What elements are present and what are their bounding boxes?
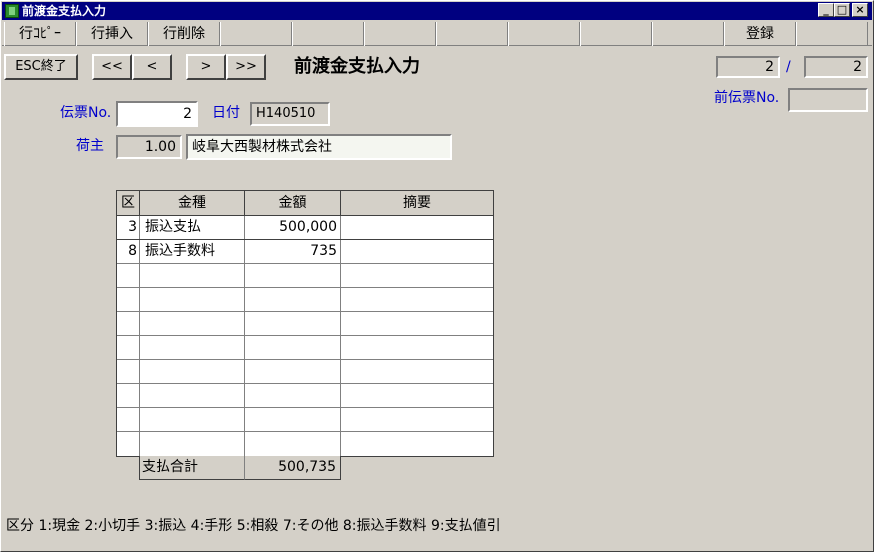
- function-key-10[interactable]: [652, 22, 724, 46]
- row1-memo[interactable]: [345, 215, 493, 239]
- first-record-button[interactable]: <<: [92, 54, 132, 80]
- table-row[interactable]: [117, 383, 493, 408]
- row1-kinshu[interactable]: 振込支払: [145, 215, 243, 239]
- function-key-8[interactable]: [508, 22, 580, 46]
- table-row[interactable]: [117, 431, 493, 456]
- shipper-label: 荷主: [76, 138, 104, 154]
- table-row[interactable]: [117, 263, 493, 288]
- grid-header-amount: 金額: [278, 195, 307, 211]
- page-separator: /: [786, 59, 791, 75]
- last-record-button[interactable]: >>: [226, 54, 266, 80]
- row2-kinshu[interactable]: 振込手数料: [145, 239, 243, 263]
- total-value: 500,735: [244, 456, 341, 480]
- register-button[interactable]: 登録: [724, 22, 796, 46]
- table-row[interactable]: [117, 287, 493, 312]
- app-icon: [5, 4, 19, 18]
- esc-exit-button[interactable]: ESC終了: [4, 54, 78, 80]
- total-label: 支払合計: [139, 456, 245, 480]
- close-button[interactable]: ×: [852, 3, 868, 17]
- row-insert-button[interactable]: 行挿入: [76, 22, 148, 46]
- row2-amount[interactable]: 735: [245, 239, 337, 263]
- shipper-code-field: 1.00: [116, 135, 182, 159]
- function-key-5[interactable]: [292, 22, 364, 46]
- category-legend: 区分 1:現金 2:小切手 3:振込 4:手形 5:相殺 7:その他 8:振込手…: [6, 518, 501, 534]
- row1-kubun[interactable]: 3: [117, 215, 137, 239]
- minimize-button[interactable]: _: [818, 3, 834, 17]
- grid-header-memo: 摘要: [403, 195, 431, 211]
- page-current-field: 2: [716, 56, 780, 78]
- function-key-7[interactable]: [436, 22, 508, 46]
- function-key-6[interactable]: [364, 22, 436, 46]
- window-title: 前渡金支払入力: [22, 4, 107, 18]
- page-total-field: 2: [804, 56, 868, 78]
- next-record-button[interactable]: >: [186, 54, 226, 80]
- prev-record-button[interactable]: <: [132, 54, 172, 80]
- function-key-12[interactable]: [796, 22, 868, 46]
- grid-header-kinshu: 金種: [178, 195, 206, 211]
- screen-heading: 前渡金支払入力: [294, 56, 420, 77]
- table-row[interactable]: [117, 359, 493, 384]
- table-row[interactable]: [117, 407, 493, 432]
- slip-number-label: 伝票No.: [60, 105, 112, 121]
- prev-slip-label: 前伝票No.: [714, 90, 780, 106]
- maximize-button[interactable]: □: [834, 3, 850, 17]
- date-field: H140510: [250, 102, 330, 126]
- prev-slip-field: [788, 88, 868, 112]
- row2-memo[interactable]: [345, 239, 493, 263]
- title-bar: 前渡金支払入力: [2, 2, 872, 20]
- shipper-name-field: 岐阜大西製材株式会社: [186, 134, 452, 160]
- row1-amount[interactable]: 500,000: [245, 215, 337, 239]
- table-row[interactable]: [117, 335, 493, 360]
- row-copy-button[interactable]: 行ｺﾋﾟｰ: [4, 22, 76, 46]
- row2-kubun[interactable]: 8: [117, 239, 137, 263]
- grid-header-kubun: 区: [121, 195, 135, 211]
- table-row[interactable]: [117, 311, 493, 336]
- row-delete-button[interactable]: 行削除: [148, 22, 220, 46]
- function-key-4[interactable]: [220, 22, 292, 46]
- function-key-9[interactable]: [580, 22, 652, 46]
- date-label: 日付: [212, 105, 240, 121]
- slip-number-input[interactable]: 2: [116, 101, 198, 127]
- payment-grid: 区 金種 金額 摘要 3 振込支払 500,000 8 振込手数料 735: [116, 190, 494, 457]
